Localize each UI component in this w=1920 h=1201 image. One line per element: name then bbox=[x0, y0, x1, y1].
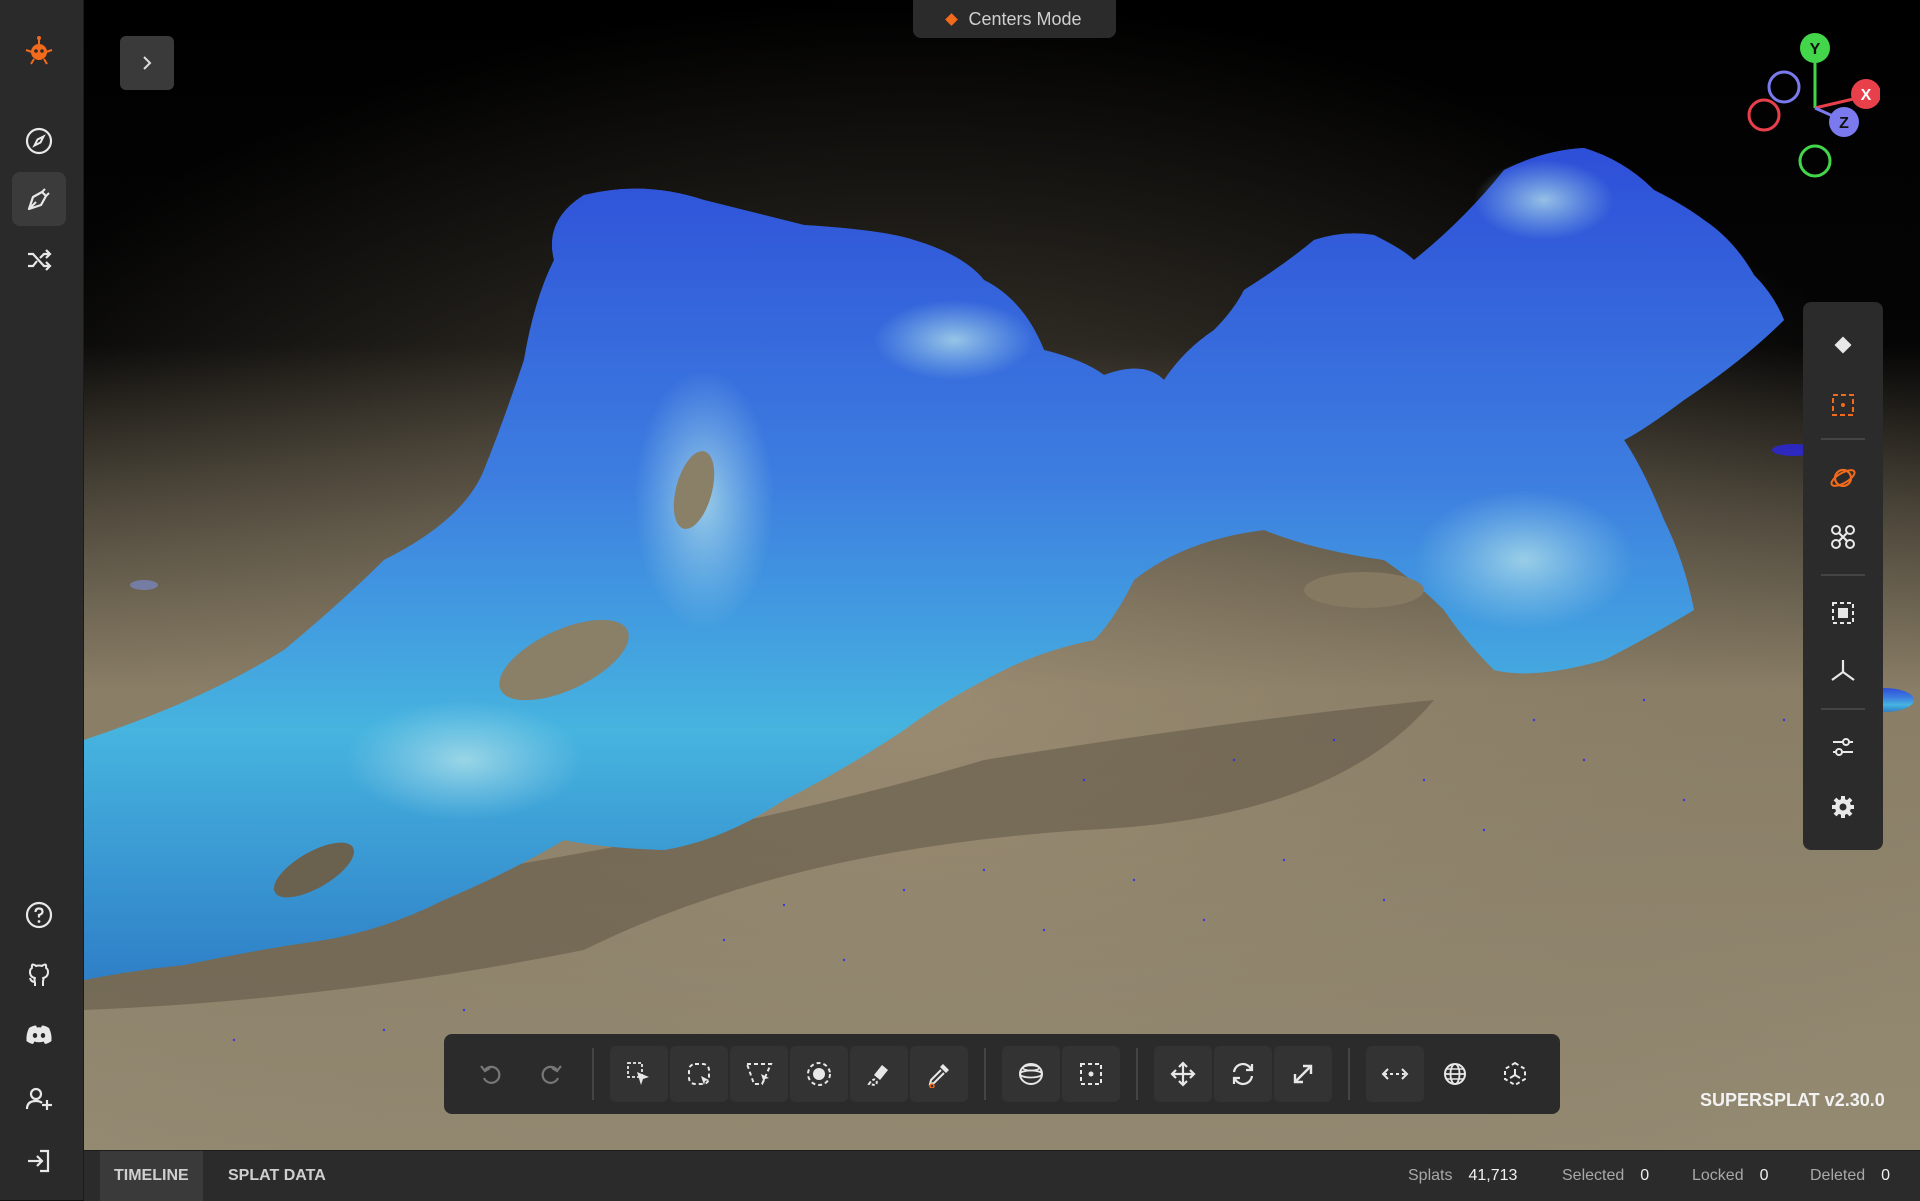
bounding-box-icon[interactable] bbox=[1816, 590, 1870, 636]
polygon-select-icon[interactable] bbox=[730, 1046, 788, 1102]
gizmo-z[interactable]: Z bbox=[1829, 107, 1859, 137]
axis-gizmo[interactable]: Y X Z bbox=[1740, 28, 1880, 188]
github-icon[interactable] bbox=[12, 948, 66, 1002]
shuffle-icon[interactable] bbox=[12, 233, 66, 287]
stat-locked: Locked 0 bbox=[1692, 1151, 1769, 1201]
stat-value: 0 bbox=[1881, 1167, 1891, 1184]
measure-icon[interactable] bbox=[1366, 1046, 1424, 1102]
version-label: SUPERSPLAT v2.30.0 bbox=[1700, 1090, 1885, 1110]
sphere-select-icon[interactable] bbox=[790, 1046, 848, 1102]
undo-icon[interactable] bbox=[462, 1046, 520, 1102]
orbit-icon[interactable] bbox=[1816, 455, 1870, 501]
scale-icon[interactable] bbox=[1274, 1046, 1332, 1102]
gizmo-z-label: Z bbox=[1839, 115, 1849, 132]
splat-scene[interactable] bbox=[84, 0, 1920, 1150]
mode-indicator: Centers Mode bbox=[913, 0, 1116, 38]
stat-label: Locked bbox=[1692, 1167, 1744, 1184]
stat-label: Deleted bbox=[1810, 1167, 1866, 1184]
gizmo-y-label: Y bbox=[1810, 41, 1821, 58]
gizmo-y[interactable]: Y bbox=[1800, 33, 1830, 63]
rotate-icon[interactable] bbox=[1214, 1046, 1272, 1102]
expand-panel-button[interactable] bbox=[120, 36, 174, 90]
box-volume-icon[interactable] bbox=[1062, 1046, 1120, 1102]
mode-label: Centers Mode bbox=[968, 8, 1082, 29]
mode-dot-icon bbox=[945, 12, 959, 26]
diamond-icon[interactable] bbox=[1816, 322, 1870, 368]
left-sidebar bbox=[0, 0, 84, 1200]
login-icon[interactable] bbox=[12, 1134, 66, 1188]
stat-value: 41,713 bbox=[1468, 1167, 1518, 1184]
move-icon[interactable] bbox=[1154, 1046, 1212, 1102]
status-bar: TIMELINE SPLAT DATA Splats 41,713 Select… bbox=[84, 1150, 1920, 1201]
3d-viewport[interactable] bbox=[84, 0, 1920, 1150]
gizmo-neg-x[interactable] bbox=[1747, 98, 1781, 132]
gizmo-x-label: X bbox=[1861, 87, 1872, 104]
stat-value: 0 bbox=[1759, 1167, 1769, 1184]
pointer-select-icon[interactable] bbox=[610, 1046, 668, 1102]
stat-selected: Selected 0 bbox=[1562, 1151, 1649, 1201]
right-toolbar bbox=[1803, 302, 1883, 850]
stat-label: Selected bbox=[1562, 1167, 1625, 1184]
gizmo-neg-y[interactable] bbox=[1798, 144, 1832, 178]
stat-label: Splats bbox=[1408, 1167, 1453, 1184]
help-icon[interactable] bbox=[12, 888, 66, 942]
gizmo-neg-z[interactable] bbox=[1767, 70, 1801, 104]
add-user-icon[interactable] bbox=[12, 1072, 66, 1126]
gizmo-x[interactable]: X bbox=[1851, 79, 1880, 109]
tab-timeline[interactable]: TIMELINE bbox=[100, 1151, 203, 1201]
axes-icon[interactable] bbox=[1816, 648, 1870, 694]
chevron-right-icon bbox=[143, 56, 152, 70]
compass-icon[interactable] bbox=[12, 114, 66, 168]
stat-deleted: Deleted 0 bbox=[1810, 1151, 1890, 1201]
eyedropper-icon[interactable] bbox=[910, 1046, 968, 1102]
stat-value: 0 bbox=[1640, 1167, 1650, 1184]
drone-icon[interactable] bbox=[1816, 514, 1870, 560]
sphere-volume-icon[interactable] bbox=[1002, 1046, 1060, 1102]
discord-icon[interactable] bbox=[12, 1008, 66, 1062]
gear-icon[interactable] bbox=[1816, 784, 1870, 830]
sliders-icon[interactable] bbox=[1816, 724, 1870, 770]
local-axes-icon[interactable] bbox=[1486, 1046, 1544, 1102]
stat-splats: Splats 41,713 bbox=[1408, 1151, 1517, 1201]
pen-icon[interactable] bbox=[12, 172, 66, 226]
logo-icon[interactable] bbox=[12, 24, 66, 78]
lasso-select-icon[interactable] bbox=[670, 1046, 728, 1102]
redo-icon[interactable] bbox=[522, 1046, 580, 1102]
tab-splat-data[interactable]: SPLAT DATA bbox=[214, 1151, 340, 1201]
brush-select-icon[interactable] bbox=[850, 1046, 908, 1102]
bottom-toolbar bbox=[444, 1034, 1560, 1114]
globe-icon[interactable] bbox=[1426, 1046, 1484, 1102]
frame-select-icon[interactable] bbox=[1816, 382, 1870, 428]
